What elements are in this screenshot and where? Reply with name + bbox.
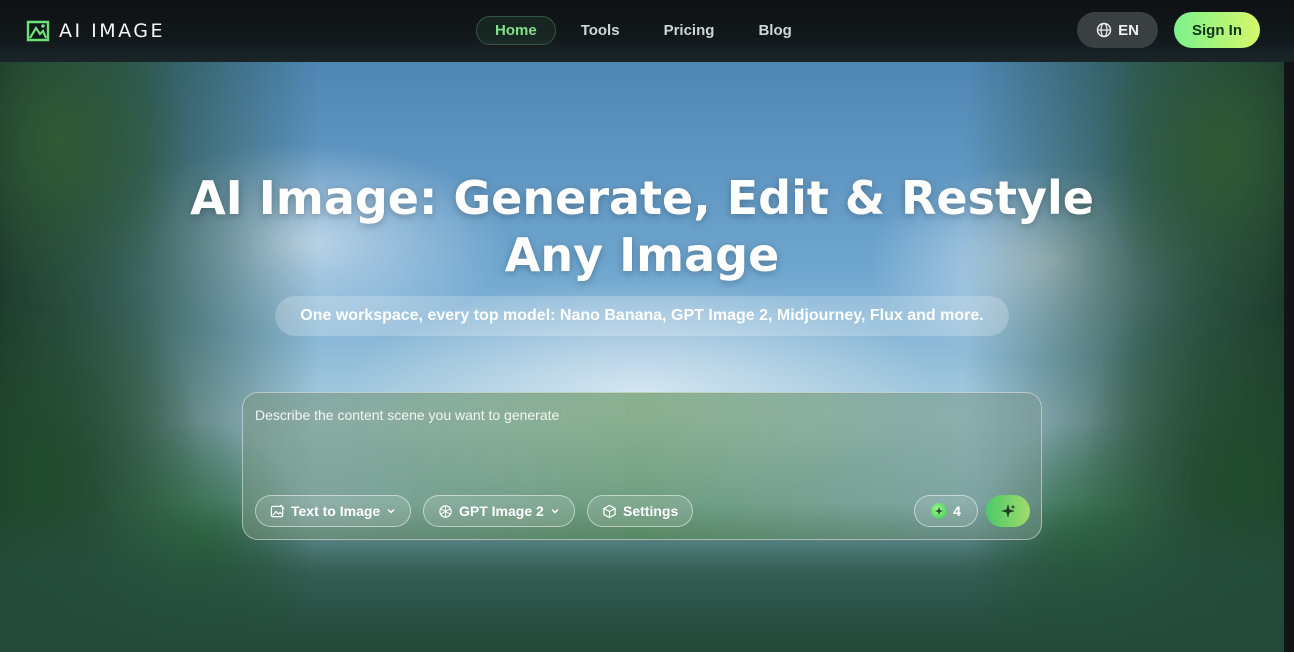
- top-header: AI IMAGE Home Tools Pricing Blog EN Sign…: [0, 0, 1294, 62]
- image-edit-icon: [270, 504, 285, 517]
- credits-badge: 4: [914, 495, 978, 527]
- openai-icon: [439, 504, 452, 518]
- language-label: EN: [1118, 21, 1139, 39]
- prompt-panel: Text to Image GPT Image 2 Settings: [242, 392, 1042, 540]
- prompt-input[interactable]: [255, 407, 1025, 487]
- generate-button[interactable]: [986, 495, 1030, 527]
- cube-icon: [603, 504, 616, 518]
- settings-label: Settings: [623, 503, 679, 519]
- hero-section: AI Image: Generate, Edit & Restyle Any I…: [0, 62, 1284, 652]
- hero-title: AI Image: Generate, Edit & Restyle Any I…: [142, 170, 1142, 284]
- nav-pricing[interactable]: Pricing: [645, 16, 734, 45]
- page-scrollbar[interactable]: [1284, 62, 1294, 652]
- logo[interactable]: AI IMAGE: [26, 19, 165, 43]
- nav-blog[interactable]: Blog: [739, 16, 810, 45]
- chevron-down-icon: [387, 509, 395, 514]
- settings-button[interactable]: Settings: [587, 495, 694, 527]
- mode-dropdown[interactable]: Text to Image: [255, 495, 412, 527]
- image-frame-icon: [26, 20, 50, 42]
- main-nav: Home Tools Pricing Blog: [476, 15, 811, 45]
- language-button[interactable]: EN: [1077, 12, 1158, 48]
- hero-title-line-2: Any Image: [504, 228, 780, 282]
- sign-in-button[interactable]: Sign In: [1174, 12, 1260, 48]
- logo-text: AI IMAGE: [59, 20, 166, 42]
- hero-title-line-1: AI Image: Generate, Edit & Restyle: [190, 171, 1094, 225]
- sparkle-icon: [1001, 504, 1016, 518]
- coin-icon: [931, 503, 948, 519]
- nav-home[interactable]: Home: [476, 15, 556, 45]
- model-label: GPT Image 2: [459, 503, 544, 519]
- mode-label: Text to Image: [291, 503, 381, 519]
- globe-icon: [1096, 22, 1112, 38]
- hero-subtitle: One workspace, every top model: Nano Ban…: [275, 296, 1009, 336]
- model-dropdown[interactable]: GPT Image 2: [423, 495, 575, 527]
- credits-count: 4: [953, 503, 961, 519]
- chevron-down-icon: [551, 509, 559, 514]
- nav-tools[interactable]: Tools: [562, 16, 639, 45]
